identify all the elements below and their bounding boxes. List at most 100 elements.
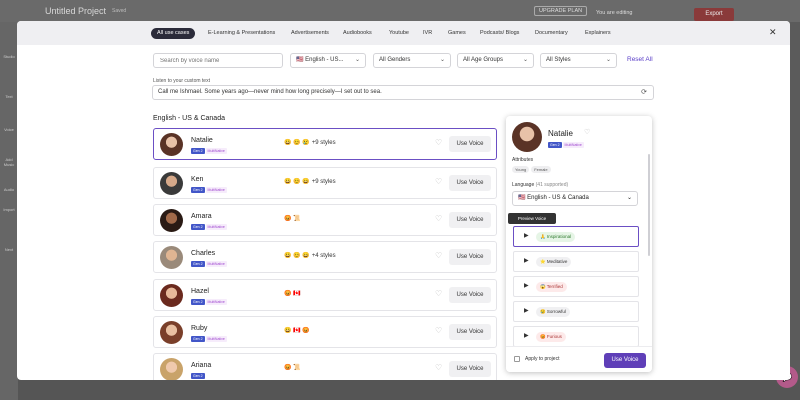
favorite-icon[interactable]: ♡ — [435, 214, 442, 223]
gen-badge: Gen 2 — [548, 142, 562, 148]
tab-podcasts[interactable]: Podcasts/ Blogs — [474, 28, 525, 39]
attributes-list: Young Female — [512, 166, 553, 173]
favorite-icon[interactable]: ♡ — [435, 289, 442, 298]
style-label: Sorrowful — [546, 309, 566, 314]
gen-badge: Gen 2 — [191, 261, 205, 267]
sidebar-label-2[interactable]: Voice — [2, 127, 16, 132]
style-emojis: 😡 📜 — [284, 215, 303, 222]
style-row-sorrowful[interactable]: ▶ 😢 Sorrowful — [513, 301, 639, 322]
sidebar-label-4[interactable]: Audio — [2, 187, 16, 192]
avatar — [512, 122, 542, 152]
chevron-down-icon: ⌄ — [605, 57, 611, 63]
style-row-inspirational[interactable]: ▶ 🙏 Inspirational — [513, 226, 639, 247]
age-filter[interactable]: All Age Groups ⌄ — [457, 53, 534, 68]
use-voice-button[interactable]: Use Voice — [449, 361, 491, 377]
language-label-text: Language — [512, 182, 535, 188]
use-voice-button[interactable]: Use Voice — [449, 324, 491, 340]
style-row-furious[interactable]: ▶ 😡 Furious — [513, 326, 639, 347]
tab-all-use-cases[interactable]: All use cases — [151, 28, 196, 39]
style-label: Furious — [546, 334, 562, 339]
avatar — [160, 172, 183, 195]
panel-use-voice-button[interactable]: Use Voice — [604, 353, 646, 368]
favorite-icon[interactable]: ♡ — [435, 138, 442, 147]
emoji-list: 😀 😊 😄 — [284, 179, 310, 185]
apply-checkbox[interactable] — [514, 356, 520, 362]
tab-ivr[interactable]: IVR — [417, 28, 438, 39]
use-voice-button[interactable]: Use Voice — [449, 287, 491, 303]
age-filter-value: All Age Groups — [463, 57, 504, 63]
sidebar-label-3[interactable]: Add Music — [2, 157, 16, 167]
project-title: Untitled Project — [45, 6, 107, 16]
play-icon[interactable]: ▶ — [524, 307, 529, 314]
emoji-list: 😡 📜 — [284, 216, 301, 222]
more-styles: +9 styles — [311, 179, 336, 185]
use-voice-button[interactable]: Use Voice — [449, 136, 491, 152]
tab-games[interactable]: Games — [442, 28, 472, 39]
style-emoji-icon: 🙏 — [540, 234, 546, 239]
play-icon[interactable]: ▶ — [524, 257, 529, 264]
refresh-icon[interactable]: ⟳ — [641, 86, 647, 99]
voice-card-charles[interactable]: Charles Gen 2 MultiNative 😀 😊 😄 +4 styles … — [153, 241, 497, 273]
favorite-icon[interactable]: ♡ — [435, 177, 442, 186]
panel-language-dropdown[interactable]: 🇺🇸 English - US & Canada ⌄ — [512, 191, 638, 206]
style-row-meditative[interactable]: ▶ ⭐ Meditative — [513, 251, 639, 272]
upgrade-button[interactable]: UPGRADE PLAN — [534, 6, 588, 16]
style-emojis: 😀 😊 😢 +9 styles — [284, 139, 336, 146]
voice-name: Ruby — [191, 325, 208, 332]
play-icon[interactable]: ▶ — [524, 282, 529, 289]
voice-card-natalie[interactable]: Natalie Gen 2 MultiNative 😀 😊 😢 +9 styles … — [153, 128, 497, 160]
voice-card-hazel[interactable]: Hazel Gen 2 MultiNative 😡 🇨🇦 ♡ Use Voice — [153, 279, 497, 311]
gender-filter[interactable]: All Genders ⌄ — [373, 53, 451, 68]
tab-audiobooks[interactable]: Audiobooks — [337, 28, 378, 39]
attributes-label: Attributes — [512, 157, 534, 163]
export-button[interactable]: Export — [694, 8, 734, 21]
close-icon[interactable]: ✕ — [769, 27, 777, 38]
language-filter[interactable]: 🇺🇸 English - US... ⌄ — [290, 53, 366, 68]
tab-explainers[interactable]: Explainers — [579, 28, 617, 39]
favorite-icon[interactable]: ♡ — [584, 128, 590, 136]
custom-text-label: Listen to your custom text — [153, 78, 210, 84]
tab-youtube[interactable]: Youtube — [383, 28, 415, 39]
use-voice-button[interactable]: Use Voice — [449, 175, 491, 191]
sidebar-label-1[interactable]: Text — [2, 94, 16, 99]
emoji-list: 😡 🇨🇦 — [284, 291, 301, 297]
chevron-down-icon: ⌄ — [439, 57, 445, 63]
chevron-down-icon: ⌄ — [522, 57, 528, 63]
emoji-list: 😀 🇨🇦 😡 — [284, 328, 310, 334]
voice-card-ken[interactable]: Ken Gen 2 MultiNative 😀 😊 😄 +9 styles ♡ Us… — [153, 167, 497, 199]
panel-language-value: English - US & Canada — [527, 195, 589, 201]
sidebar-label-0[interactable]: Studio — [2, 54, 16, 59]
tab-advertisements[interactable]: Advertisements — [285, 28, 335, 39]
panel-scrollbar[interactable] — [648, 154, 650, 256]
tab-elearning[interactable]: E-Learning & Presentations — [202, 28, 281, 39]
avatar — [160, 284, 183, 307]
sidebar-label-5[interactable]: Import — [2, 207, 16, 212]
chevron-down-icon: ⌄ — [354, 57, 360, 63]
multinative-badge: MultiNative — [205, 224, 227, 230]
style-filter[interactable]: All Styles ⌄ — [540, 53, 617, 68]
voice-card-amara[interactable]: Amara Gen 2 MultiNative 😡 📜 ♡ Use Voice — [153, 204, 497, 236]
search-input[interactable] — [153, 53, 283, 68]
play-icon[interactable]: ▶ — [524, 232, 529, 239]
style-chip: ⭐ Meditative — [536, 257, 572, 267]
tab-documentary[interactable]: Documentary — [529, 28, 574, 39]
use-voice-button[interactable]: Use Voice — [449, 212, 491, 228]
avatar — [160, 321, 183, 344]
favorite-icon[interactable]: ♡ — [435, 363, 442, 372]
custom-text-field[interactable]: Call me Ishmael. Some years ago—never mi… — [152, 85, 654, 100]
sidebar-label-6[interactable]: Next — [2, 247, 16, 252]
voice-card-ruby[interactable]: Ruby Gen 2 MultiNative 😀 🇨🇦 😡 ♡ Use Voice — [153, 316, 497, 348]
style-row-terrified[interactable]: ▶ 😱 Terrified — [513, 276, 639, 297]
voice-detail-panel: Natalie ♡ Gen 2 MultiNative Attributes Yo… — [506, 116, 652, 372]
favorite-icon[interactable]: ♡ — [435, 326, 442, 335]
favorite-icon[interactable]: ♡ — [435, 251, 442, 260]
play-icon[interactable]: ▶ — [524, 332, 529, 339]
timeline — [18, 380, 800, 400]
reset-all-button[interactable]: Reset All — [627, 56, 653, 63]
attribute-chip: Female — [531, 166, 551, 173]
voice-picker-modal: All use cases E-Learning & Presentations… — [17, 21, 790, 380]
attribute-chip: Young — [512, 166, 530, 173]
use-voice-button[interactable]: Use Voice — [449, 249, 491, 265]
voice-card-ariana[interactable]: Ariana Gen 2 😡 📜 ♡ Use Voice — [153, 353, 497, 380]
gen-badge: Gen 2 — [191, 299, 205, 305]
